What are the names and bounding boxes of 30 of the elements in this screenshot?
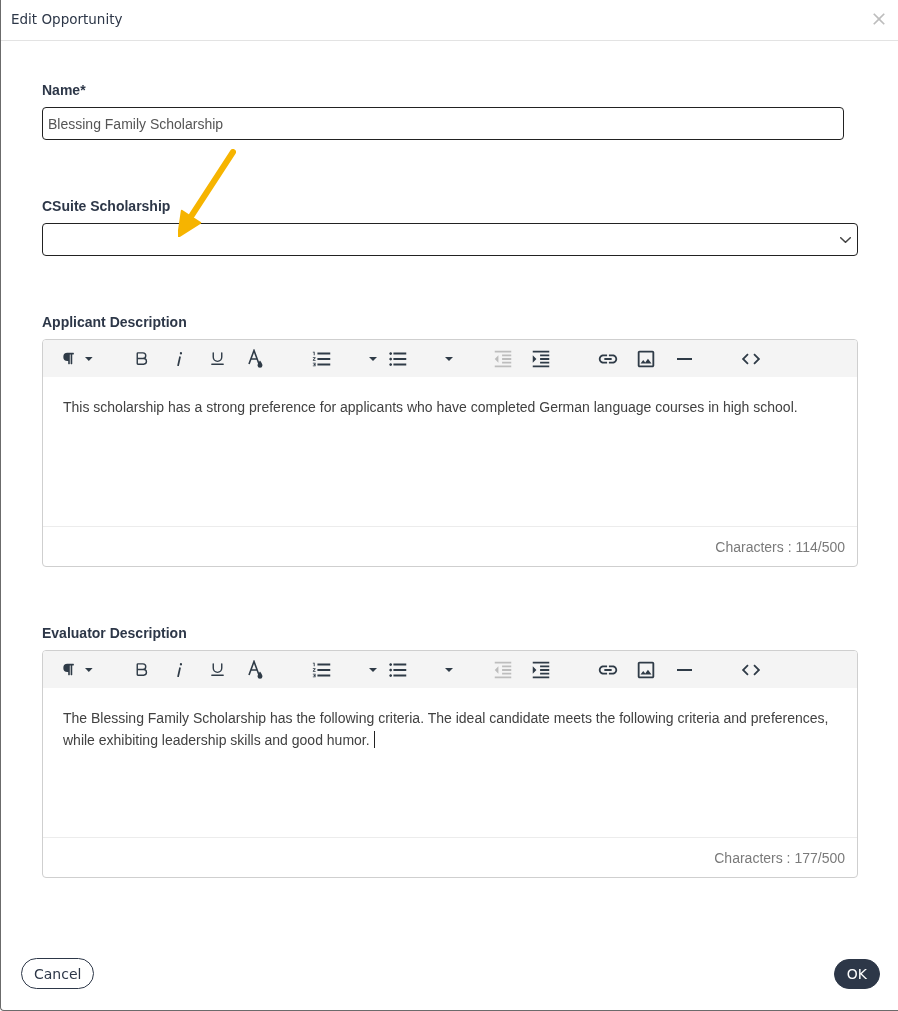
text-editor-field[interactable]: The Blessing Family Scholarship has the following criteria. The ideal candidate meets the following criteria and preferences, while exhibiting leadership skills and good humor. (43, 688, 857, 837)
name-input[interactable]: Blessing Family Scholarship (42, 107, 844, 140)
caret-down-icon (85, 356, 93, 361)
italic-icon (176, 662, 182, 677)
field-label: Name* (42, 82, 87, 99)
field-label: CSuite Scholarship (42, 198, 172, 215)
character-count: Characters : 114/500 (715, 538, 845, 555)
ok-button[interactable]: OK (833, 958, 880, 989)
field-label: Evaluator Description (42, 625, 188, 642)
horizontal-line-icon (676, 357, 692, 360)
field-label: Applicant Description (42, 314, 188, 331)
pilcrow-icon (62, 352, 75, 365)
text-editor-field[interactable]: This scholarship has a strong preference for applicants who have completed German language courses in high school. (43, 377, 857, 526)
underline-icon (208, 661, 226, 678)
caret-down-icon (369, 667, 377, 672)
horizontal-line-icon (676, 668, 692, 671)
italic-icon (176, 351, 182, 366)
cancel-button[interactable]: Cancel (21, 958, 95, 989)
caret-down-icon (445, 667, 453, 672)
dialog-title: Edit Opportunity (11, 11, 123, 27)
character-count: Characters : 177/500 (714, 849, 845, 866)
caret-down-icon (85, 667, 93, 672)
dropdown-field[interactable] (42, 223, 858, 256)
text-color-icon (247, 349, 263, 368)
caret-down-icon (445, 356, 453, 361)
text-color-icon (247, 660, 263, 679)
underline-icon (208, 350, 226, 367)
caret-down-icon (369, 356, 377, 361)
chevron-down-icon (840, 236, 851, 243)
pilcrow-icon (62, 663, 75, 676)
